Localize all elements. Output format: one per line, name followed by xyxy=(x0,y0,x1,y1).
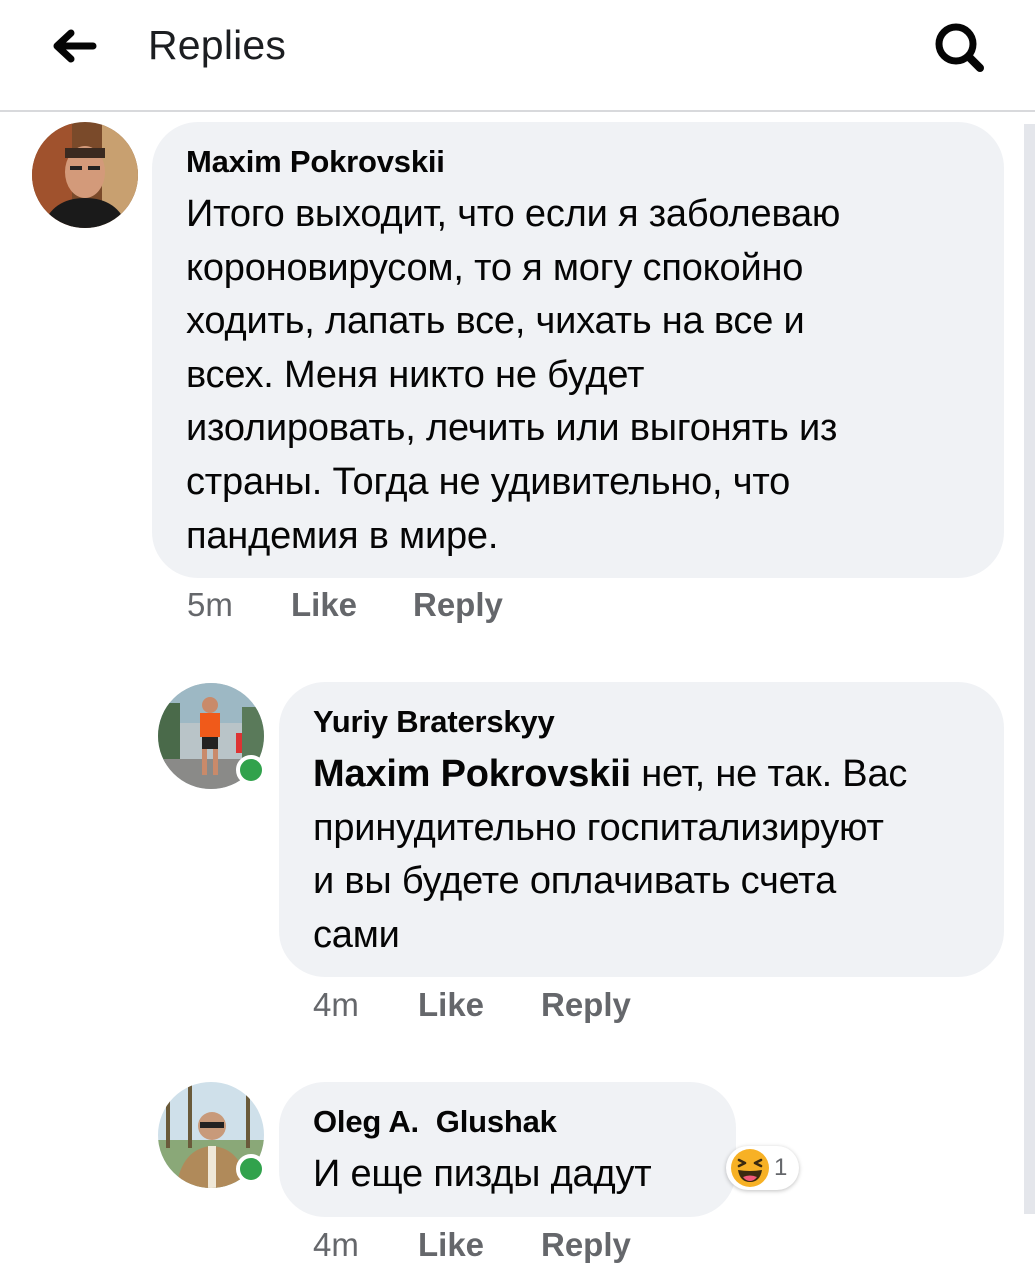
search-icon xyxy=(935,23,984,72)
haha-emoji-icon xyxy=(731,1149,769,1187)
reply-button[interactable]: Reply xyxy=(541,1226,631,1264)
comment-actions: 5m Like Reply xyxy=(187,586,503,624)
comment-line-text: нет, не так. Вас xyxy=(630,753,908,795)
comment-text: Итого выходит, что если я заболеваю коро… xyxy=(186,188,986,563)
comment-line: и вы будете оплачивать счета xyxy=(313,860,837,903)
reaction-count: 1 xyxy=(774,1154,788,1181)
comment-line: короновирусом, то я могу спокойно xyxy=(186,246,804,289)
avatar[interactable] xyxy=(32,122,138,228)
like-button[interactable]: Like xyxy=(418,1226,541,1264)
reply-button[interactable]: Reply xyxy=(413,586,503,624)
comment-line: И еще пизды дадут xyxy=(313,1153,652,1195)
search-button[interactable] xyxy=(924,18,996,78)
like-button[interactable]: Like xyxy=(291,586,413,624)
comment-line: принудительно госпитализируют xyxy=(313,806,884,849)
like-button[interactable]: Like xyxy=(418,986,541,1024)
online-status-icon xyxy=(236,1154,266,1184)
comment-text: Maxim Pokrovskii нет, не так. Вас принуд… xyxy=(313,748,993,962)
back-arrow-icon xyxy=(53,29,97,63)
comment-author[interactable]: Oleg A. Glushak xyxy=(313,1104,557,1140)
page-title: Replies xyxy=(148,22,287,68)
comment-timestamp: 4m xyxy=(313,986,359,1023)
comment-line: изолировать, лечить или выгонять из xyxy=(186,407,838,450)
comment-author[interactable]: Maxim Pokrovskii xyxy=(186,144,445,180)
comment-line: Итого выходит, что если я заболеваю xyxy=(186,193,841,235)
reply-button[interactable]: Reply xyxy=(541,986,631,1024)
mention-link[interactable]: Maxim Pokrovskii xyxy=(313,753,631,795)
comment-actions: 4m Like Reply xyxy=(313,986,631,1024)
back-button[interactable] xyxy=(44,20,104,72)
comment-line: всех. Меня никто не будет xyxy=(186,353,645,396)
comment-timestamp: 4m xyxy=(313,1226,359,1263)
comment-line: страны. Тогда не удивительно, что xyxy=(186,460,791,503)
comment-line: сами xyxy=(313,913,400,956)
comment-text: И еще пизды дадут xyxy=(313,1148,733,1202)
comment-line: пандемия в мире. xyxy=(186,514,499,557)
comment-line: ходить, лапать все, чихать на все и xyxy=(186,300,805,343)
comment-author[interactable]: Yuriy Braterskyy xyxy=(313,704,555,740)
online-status-icon xyxy=(236,755,266,785)
comment-line: Maxim Pokrovskii нет, не так. Вас xyxy=(313,748,993,802)
reaction-badge[interactable]: 1 xyxy=(726,1146,800,1190)
scrollbar[interactable] xyxy=(1024,124,1035,1214)
comment-actions: 4m Like Reply xyxy=(313,1226,631,1264)
top-bar: Replies xyxy=(0,0,1035,112)
comment-timestamp: 5m xyxy=(187,586,233,623)
